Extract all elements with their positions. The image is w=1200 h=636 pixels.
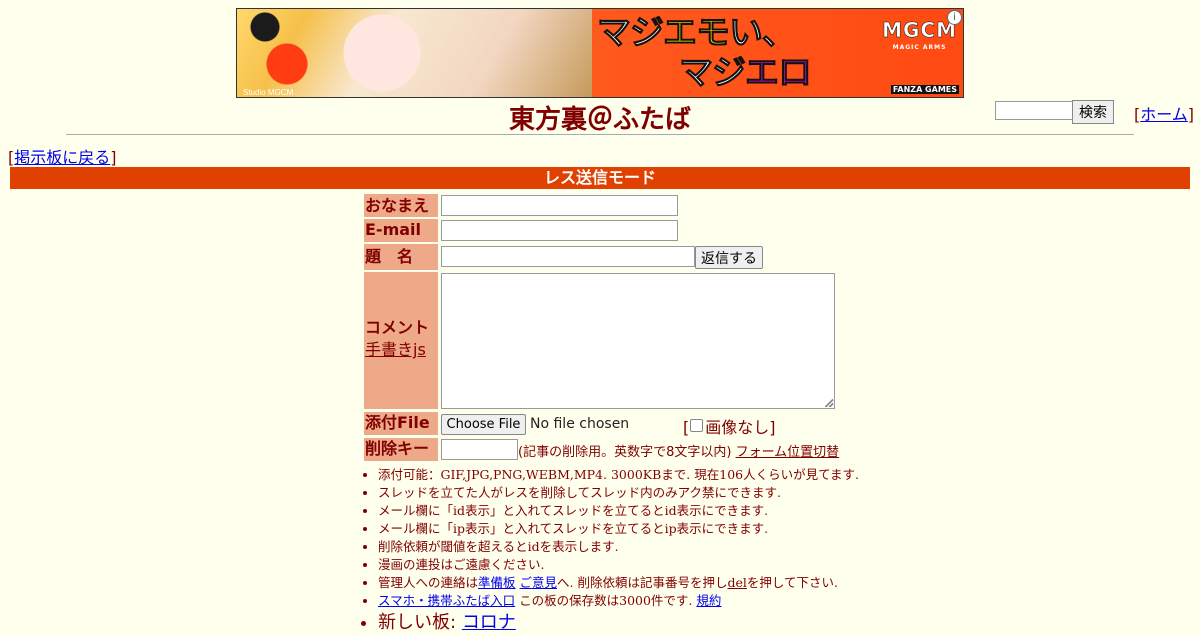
- banner-studio-credit: Studio MGCM: [243, 88, 294, 97]
- note-item: メール欄に「ip表示」と入れてスレッドを立てるとip表示にできます.: [378, 520, 859, 538]
- board-notes-list: 添付可能：GIF,JPG,PNG,WEBM,MP4. 3000KBまで. 現在1…: [364, 466, 859, 636]
- note-item: 削除依頼が閾値を超えるとidを表示します.: [378, 538, 859, 556]
- subject-label: 題 名: [364, 244, 438, 270]
- no-image-label: 画像なし: [705, 418, 770, 437]
- name-label: おなまえ: [364, 194, 438, 217]
- reply-mode-bar: レス送信モード: [10, 167, 1190, 189]
- back-link-wrapper: [掲示板に戻る]: [8, 148, 117, 167]
- banner-ad[interactable]: Studio MGCM マジエモい、 マジエロい。 MGCM MAGIC ARM…: [236, 8, 964, 98]
- note-text: この板の保存数は3000件です.: [519, 593, 693, 608]
- home-link-wrapper: [ホーム]: [1134, 105, 1195, 124]
- header-divider: [66, 134, 1134, 135]
- slogan-highlight: エロ: [745, 53, 813, 94]
- subject-field[interactable]: [441, 246, 695, 267]
- slogan-text: い。: [679, 93, 747, 98]
- brand-subtext: MAGIC ARMS: [892, 44, 947, 51]
- reply-submit-button[interactable]: 返信する: [695, 246, 763, 269]
- slogan-text: マジ: [679, 53, 747, 94]
- search-input[interactable]: [995, 101, 1073, 120]
- handwrite-link[interactable]: 手書きjs: [365, 340, 426, 359]
- resize-handle-icon[interactable]: [825, 399, 833, 407]
- delete-key-hint: (記事の削除用。英数字で8文字以内) フォーム位置切替: [518, 441, 839, 460]
- banner-publisher: FANZA GAMES: [890, 85, 959, 94]
- note-item-mobile: スマホ・携帯ふたば入口 この板の保存数は3000件です. 規約: [378, 592, 859, 610]
- note-text: へ. 削除依頼は記事番号を押し: [557, 575, 728, 590]
- choose-file-button[interactable]: Choose File: [441, 414, 526, 435]
- no-image-checkbox[interactable]: [690, 419, 704, 432]
- note-item: 漫画の連投はご遠慮ください.: [378, 556, 859, 574]
- email-field[interactable]: [441, 220, 678, 241]
- banner-illustration: [237, 9, 592, 97]
- file-label: 添付File: [364, 412, 438, 435]
- note-text: 管理人への連絡は: [378, 575, 479, 590]
- no-image-option: [画像なし]: [683, 418, 776, 437]
- name-field[interactable]: [441, 195, 678, 216]
- mobile-entry-link[interactable]: スマホ・携帯ふたば入口: [378, 593, 515, 608]
- ad-info-icon[interactable]: i: [947, 10, 962, 25]
- del-link[interactable]: del: [727, 575, 746, 590]
- comment-textarea[interactable]: [441, 273, 835, 409]
- slogan-text: マジ: [597, 13, 665, 54]
- delkey-label: 削除キー: [364, 438, 438, 461]
- note-item: メール欄に「id表示」と入れてスレッドを立てるとid表示にできます.: [378, 502, 859, 520]
- note-item-new-board: 新しい板: コロナ: [378, 610, 859, 636]
- comment-label: コメント: [365, 318, 430, 337]
- delete-key-hint-text: (記事の削除用。英数字で8文字以内): [518, 445, 732, 460]
- banner-brand-logo: MGCM MAGIC ARMS: [882, 20, 957, 57]
- prep-board-link[interactable]: 準備板: [478, 575, 516, 590]
- email-label: E-mail: [364, 219, 438, 242]
- terms-link[interactable]: 規約: [696, 593, 721, 608]
- note-text: を押して下さい.: [746, 575, 838, 590]
- note-item: 添付可能：GIF,JPG,PNG,WEBM,MP4. 3000KBまで. 現在1…: [378, 466, 859, 484]
- feedback-link[interactable]: ご意見: [520, 575, 558, 590]
- slogan-text: い、: [729, 13, 797, 54]
- search-button[interactable]: 検索: [1072, 100, 1114, 124]
- banner-slogan: マジエモい、 マジエロい。: [597, 13, 867, 98]
- delete-key-field[interactable]: [441, 439, 518, 460]
- form-position-toggle-link[interactable]: フォーム位置切替: [736, 445, 840, 460]
- comment-label-cell: コメント 手書きjs: [364, 272, 438, 409]
- slogan-highlight: エモ: [663, 13, 731, 54]
- note-item: スレッドを立てた人がレスを削除してスレッド内のみアク禁にできます.: [378, 484, 859, 502]
- note-item-contact: 管理人への連絡は準備板 ご意見へ. 削除依頼は記事番号を押しdelを押して下さい…: [378, 574, 859, 592]
- back-to-board-link[interactable]: 掲示板に戻る: [14, 148, 110, 167]
- file-status-text: No file chosen: [530, 416, 630, 432]
- home-link[interactable]: ホーム: [1140, 105, 1188, 124]
